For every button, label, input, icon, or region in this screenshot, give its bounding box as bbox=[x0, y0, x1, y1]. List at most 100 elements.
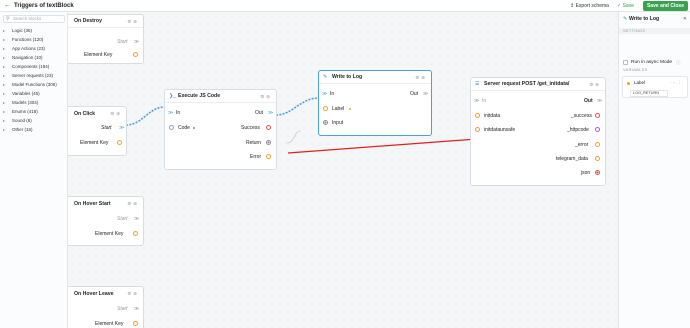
element-key-label: Element Key bbox=[84, 52, 113, 58]
blocks-sidebar: ⚲ Search blocks ▸ Logic (36) ▸ Functions (… bbox=[0, 12, 68, 328]
in-label: In bbox=[176, 110, 181, 116]
category-label: Logic (36) bbox=[12, 28, 33, 33]
exec-out-icon[interactable]: ≫ bbox=[423, 91, 428, 97]
element-key-label: Element Key bbox=[95, 321, 124, 327]
exec-out-icon[interactable]: ≫ bbox=[134, 39, 139, 45]
async-checkbox[interactable] bbox=[623, 60, 628, 65]
element-key-port[interactable] bbox=[133, 321, 138, 326]
category-model-functions[interactable]: ▸ Model Functions (306) bbox=[3, 81, 65, 89]
node-header-icons[interactable]: ⚙⊛ bbox=[260, 93, 272, 100]
error-port[interactable] bbox=[595, 142, 600, 147]
category-sound[interactable]: ▸ Sound (8) bbox=[3, 117, 65, 125]
red-annotation-arrow bbox=[287, 137, 491, 154]
start-label: Start bbox=[101, 125, 112, 131]
node-on-destroy[interactable]: On Destroy ⚙⊛ Start ≫ Element Key bbox=[68, 14, 144, 64]
node-header: On Hover Leave ⚙⊛ bbox=[68, 287, 143, 300]
chevron-right-icon: ▸ bbox=[3, 73, 6, 78]
pencil-icon: ✎ bbox=[623, 16, 628, 22]
node-on-click[interactable]: On Click ⚙⊛ Start ≫ Element Key bbox=[68, 106, 127, 156]
variable-type-dot bbox=[627, 82, 630, 85]
element-key-port[interactable] bbox=[133, 52, 138, 57]
category-label: Other (16) bbox=[12, 127, 33, 132]
export-schema-label: Export schema bbox=[575, 3, 609, 9]
initdata-port[interactable] bbox=[475, 113, 480, 118]
error-port[interactable] bbox=[266, 154, 271, 159]
initdataunsafe-port[interactable] bbox=[475, 127, 480, 132]
category-label: Model Functions (306) bbox=[12, 82, 57, 87]
category-components[interactable]: ▸ Components (194) bbox=[3, 63, 65, 71]
chevron-right-icon: ▸ bbox=[3, 127, 6, 132]
category-logic[interactable]: ▸ Logic (36) bbox=[3, 27, 65, 35]
variable-value-field[interactable]: LOG_RETURN bbox=[630, 90, 668, 97]
exec-out-icon[interactable]: ≫ bbox=[597, 98, 602, 104]
code-port[interactable] bbox=[169, 125, 174, 130]
success-port[interactable] bbox=[595, 113, 600, 118]
input-label: Input bbox=[332, 120, 344, 126]
exec-in-icon[interactable]: ≫ bbox=[322, 91, 327, 97]
httpcode-port[interactable] bbox=[595, 127, 600, 132]
category-variables[interactable]: ▸ Variables (45) bbox=[3, 90, 65, 98]
category-app-actions[interactable]: ▸ App Actions (23) bbox=[3, 45, 65, 53]
exec-out-icon[interactable]: ≫ bbox=[268, 110, 273, 116]
category-enums[interactable]: ▸ Enums (418) bbox=[3, 108, 65, 116]
node-title: On Hover Leave bbox=[74, 291, 114, 297]
search-placeholder: Search blocks bbox=[13, 16, 42, 21]
label-label: Label bbox=[332, 106, 345, 112]
exec-out-icon[interactable]: ≫ bbox=[119, 125, 124, 131]
node-header-icons[interactable]: ⚙⊛ bbox=[127, 290, 139, 297]
category-label: Models (304) bbox=[12, 100, 39, 105]
element-key-port[interactable] bbox=[117, 140, 122, 145]
export-schema-button[interactable]: ↥ Export schema bbox=[567, 1, 612, 11]
element-key-label: Element Key bbox=[80, 140, 109, 146]
exec-out-icon[interactable]: ≫ bbox=[134, 216, 139, 222]
category-label: App Actions (23) bbox=[12, 46, 46, 51]
telegram-data-label: telegram_data bbox=[556, 156, 588, 162]
telegram-data-port[interactable] bbox=[595, 156, 600, 161]
exec-out-icon[interactable]: ≫ bbox=[134, 306, 139, 312]
node-header: ✎ Write to Log ⚙⊛ bbox=[319, 71, 431, 84]
success-label: _success bbox=[571, 113, 592, 119]
save-button[interactable]: ✓ Save bbox=[614, 1, 637, 11]
category-other[interactable]: ▸ Other (16) bbox=[3, 126, 65, 134]
node-server-request[interactable]: ☰ Server request POST /get_initdata/ ⚙⊛ … bbox=[470, 77, 606, 186]
category-navigation[interactable]: ▸ Navigation (10) bbox=[3, 54, 65, 62]
return-port[interactable] bbox=[266, 140, 271, 145]
node-header-icons[interactable]: ⚙⊛ bbox=[110, 110, 122, 117]
node-write-to-log[interactable]: ✎ Write to Log ⚙⊛ ≫ In Out ≫ Label Input bbox=[318, 70, 432, 136]
element-key-port[interactable] bbox=[133, 231, 138, 236]
help-icon[interactable]: ⓘ bbox=[676, 59, 681, 66]
category-models[interactable]: ▸ Models (304) bbox=[3, 99, 65, 107]
category-functions[interactable]: ▸ Functions (120) bbox=[3, 36, 65, 44]
exec-wire-js-to-log bbox=[275, 97, 320, 116]
input-port[interactable] bbox=[323, 120, 328, 125]
category-server-requests[interactable]: ▸ Server requests (23) bbox=[3, 72, 65, 80]
close-icon[interactable]: ✕ bbox=[683, 16, 687, 23]
save-and-close-button[interactable]: Save and Close bbox=[643, 1, 688, 11]
node-header: On Hover Start ⚙⊛ bbox=[68, 197, 143, 210]
code-settings-dot[interactable] bbox=[193, 127, 195, 129]
node-header-icons[interactable]: ⚙⊛ bbox=[127, 200, 139, 207]
node-on-hover-leave[interactable]: On Hover Leave ⚙⊛ Start ≫ Element Key bbox=[68, 286, 144, 328]
exec-in-icon[interactable]: ≫ bbox=[168, 110, 173, 116]
server-icon: ☰ bbox=[475, 81, 480, 87]
code-label: Code bbox=[178, 125, 190, 131]
node-execute-js-code[interactable]: ❯_ Execute JS Code ⚙⊛ ≫ In Out ≫ Code Su… bbox=[164, 89, 277, 170]
graph-canvas[interactable]: On Destroy ⚙⊛ Start ≫ Element Key On Cli… bbox=[68, 12, 618, 328]
variables-header: VARIABLES bbox=[623, 67, 648, 72]
node-header-icons[interactable]: ⚙⊛ bbox=[415, 74, 427, 81]
node-header: On Click ⚙⊛ bbox=[68, 107, 126, 120]
success-port[interactable] bbox=[266, 125, 271, 130]
search-icon: ⚲ bbox=[6, 16, 10, 22]
node-on-hover-start[interactable]: On Hover Start ⚙⊛ Start ≫ Element Key bbox=[68, 196, 144, 246]
search-input[interactable]: ⚲ Search blocks bbox=[3, 15, 65, 23]
variable-menu-icon[interactable]: ⋯⋮ bbox=[671, 80, 684, 86]
json-port[interactable] bbox=[595, 170, 600, 175]
node-header-icons[interactable]: ⚙⊛ bbox=[127, 18, 139, 25]
node-header-icons[interactable]: ⚙⊛ bbox=[589, 81, 601, 88]
chevron-right-icon: ▸ bbox=[3, 64, 6, 69]
arrow-left-icon[interactable]: ← bbox=[4, 2, 12, 10]
label-port[interactable] bbox=[323, 106, 328, 111]
in-label: In bbox=[330, 91, 335, 97]
exec-in-icon[interactable]: ≫ bbox=[474, 98, 479, 104]
label-set-dot[interactable] bbox=[349, 108, 351, 110]
